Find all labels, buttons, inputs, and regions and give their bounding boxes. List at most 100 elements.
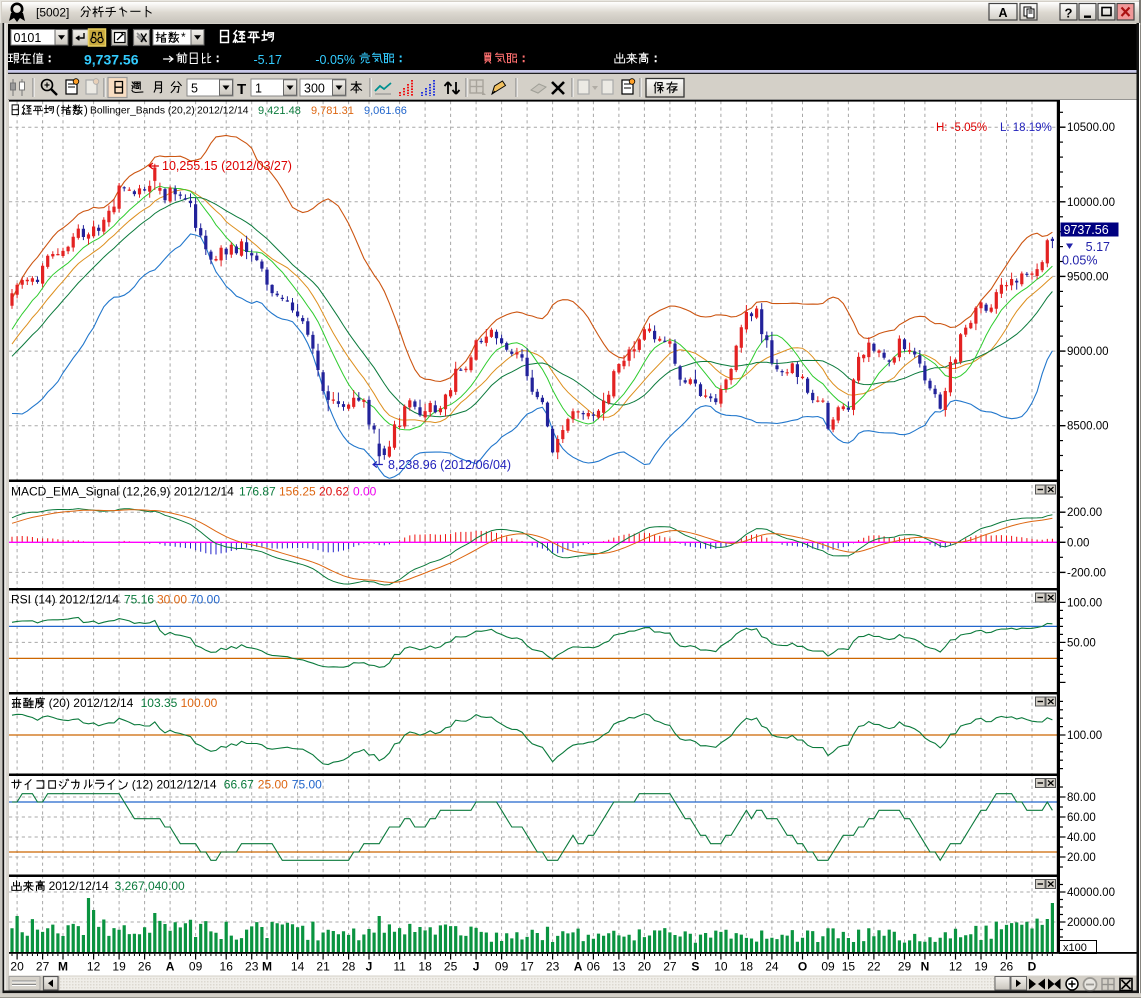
svg-text:156.25: 156.25 bbox=[279, 485, 316, 499]
svg-text:26: 26 bbox=[1000, 960, 1014, 974]
svg-text:26: 26 bbox=[138, 960, 152, 974]
svg-text:70.00: 70.00 bbox=[190, 593, 220, 607]
svg-text:28: 28 bbox=[342, 960, 356, 974]
svg-text:10,255.15 (2012/03/27): 10,255.15 (2012/03/27) bbox=[162, 159, 292, 173]
svg-text:A: A bbox=[166, 960, 175, 974]
svg-text:(12) 2012/12/14: (12) 2012/12/14 bbox=[132, 778, 217, 792]
svg-text:9,061.66: 9,061.66 bbox=[364, 105, 407, 117]
svg-text:0101: 0101 bbox=[14, 31, 42, 45]
svg-text:21: 21 bbox=[316, 960, 330, 974]
svg-text:17: 17 bbox=[520, 960, 534, 974]
svg-text:9737.56: 9737.56 bbox=[1064, 223, 1109, 237]
svg-text:T: T bbox=[237, 81, 246, 98]
svg-text:M: M bbox=[58, 960, 68, 974]
svg-text:30.00: 30.00 bbox=[157, 593, 187, 607]
svg-text:40000.00: 40000.00 bbox=[1067, 887, 1115, 899]
svg-text:-200.00: -200.00 bbox=[1067, 567, 1106, 579]
svg-text:11: 11 bbox=[393, 960, 406, 974]
svg-text:13: 13 bbox=[612, 960, 626, 974]
svg-text:-0.05%: -0.05% bbox=[315, 53, 355, 67]
svg-text:14: 14 bbox=[291, 960, 305, 974]
svg-text:200.00: 200.00 bbox=[1067, 507, 1102, 519]
svg-text:L: 18.19%: L: 18.19% bbox=[1000, 122, 1052, 134]
svg-text:-5.17: -5.17 bbox=[254, 53, 283, 67]
svg-text:2012/12/14: 2012/12/14 bbox=[197, 106, 249, 117]
svg-text:RSI (14) 2012/12/14: RSI (14) 2012/12/14 bbox=[11, 593, 119, 607]
svg-text:16: 16 bbox=[220, 960, 234, 974]
svg-text:S: S bbox=[691, 960, 699, 974]
svg-text:50.00: 50.00 bbox=[1067, 637, 1096, 649]
svg-text:12: 12 bbox=[87, 960, 101, 974]
svg-text:8,238.96 (2012/06/04): 8,238.96 (2012/06/04) bbox=[388, 458, 511, 472]
svg-text:40.00: 40.00 bbox=[1067, 832, 1096, 844]
svg-text:5.17: 5.17 bbox=[1086, 240, 1110, 254]
svg-text:N: N bbox=[921, 960, 930, 974]
svg-text:19: 19 bbox=[974, 960, 988, 974]
svg-text:8500.00: 8500.00 bbox=[1067, 421, 1109, 433]
svg-text:19: 19 bbox=[112, 960, 126, 974]
svg-text:09: 09 bbox=[495, 960, 509, 974]
svg-text:100.00: 100.00 bbox=[1067, 730, 1102, 742]
svg-text:10000.00: 10000.00 bbox=[1067, 197, 1115, 209]
svg-text:9,737.56: 9,737.56 bbox=[84, 52, 139, 68]
svg-text:MACD_EMA_Signal (12,26,9) 2012: MACD_EMA_Signal (12,26,9) 2012/12/14 bbox=[11, 485, 234, 499]
svg-text:100.00: 100.00 bbox=[1067, 597, 1102, 609]
svg-text:10500.00: 10500.00 bbox=[1067, 122, 1115, 134]
svg-text:20: 20 bbox=[638, 960, 652, 974]
svg-text:Bollinger_Bands (20,2): Bollinger_Bands (20,2) bbox=[90, 106, 195, 117]
svg-text:[5002]: [5002] bbox=[36, 6, 69, 20]
svg-text:(: ( bbox=[56, 105, 60, 117]
svg-text:3,267,040.00: 3,267,040.00 bbox=[115, 879, 185, 893]
svg-text:24: 24 bbox=[765, 960, 779, 974]
svg-text:15: 15 bbox=[842, 960, 856, 974]
svg-text:18: 18 bbox=[418, 960, 432, 974]
svg-text:103.35: 103.35 bbox=[141, 696, 178, 710]
svg-text:23: 23 bbox=[546, 960, 560, 974]
svg-text:D: D bbox=[1028, 960, 1037, 974]
svg-text:0.00: 0.00 bbox=[1067, 537, 1089, 549]
svg-text:23: 23 bbox=[245, 960, 259, 974]
svg-text:75.00: 75.00 bbox=[292, 778, 322, 792]
svg-text:A: A bbox=[998, 6, 1007, 20]
svg-text:9500.00: 9500.00 bbox=[1067, 271, 1109, 283]
svg-text:80.00: 80.00 bbox=[1067, 792, 1096, 804]
svg-text:J: J bbox=[366, 960, 373, 974]
svg-text:25: 25 bbox=[444, 960, 458, 974]
svg-text:?: ? bbox=[1065, 6, 1073, 21]
svg-text:20: 20 bbox=[10, 960, 24, 974]
svg-text:1: 1 bbox=[255, 82, 262, 96]
svg-text:29: 29 bbox=[898, 960, 912, 974]
svg-text:75.16: 75.16 bbox=[124, 593, 154, 607]
svg-text:A: A bbox=[574, 960, 583, 974]
svg-text:27: 27 bbox=[663, 960, 677, 974]
svg-text:09: 09 bbox=[821, 960, 835, 974]
svg-text:27: 27 bbox=[36, 960, 50, 974]
svg-text:25.00: 25.00 bbox=[258, 778, 288, 792]
svg-text:20.62: 20.62 bbox=[319, 485, 349, 499]
svg-text:9000.00: 9000.00 bbox=[1067, 346, 1109, 358]
svg-text:176.87: 176.87 bbox=[239, 485, 276, 499]
svg-text:5: 5 bbox=[191, 82, 198, 96]
svg-text:09: 09 bbox=[189, 960, 203, 974]
svg-text:(20) 2012/12/14: (20) 2012/12/14 bbox=[49, 696, 134, 710]
svg-text:0.05%: 0.05% bbox=[1062, 254, 1097, 268]
svg-text:06: 06 bbox=[587, 960, 601, 974]
svg-text:M: M bbox=[262, 960, 272, 974]
svg-text:O: O bbox=[798, 960, 807, 974]
svg-text:H: -5.05%: H: -5.05% bbox=[936, 122, 987, 134]
svg-text:10: 10 bbox=[714, 960, 728, 974]
svg-text:): ) bbox=[84, 105, 88, 117]
svg-text:12: 12 bbox=[949, 960, 963, 974]
svg-text:100.00: 100.00 bbox=[181, 696, 218, 710]
svg-text:22: 22 bbox=[867, 960, 881, 974]
svg-text:J: J bbox=[473, 960, 480, 974]
svg-text:300: 300 bbox=[304, 82, 325, 96]
svg-text:*: * bbox=[181, 30, 186, 44]
svg-text:2012/12/14: 2012/12/14 bbox=[49, 879, 109, 893]
svg-text:66.67: 66.67 bbox=[224, 778, 254, 792]
svg-text:9,421.48: 9,421.48 bbox=[258, 105, 301, 117]
svg-text:18: 18 bbox=[740, 960, 754, 974]
svg-text:9,781.31: 9,781.31 bbox=[311, 105, 354, 117]
svg-text:20.00: 20.00 bbox=[1067, 852, 1096, 864]
svg-text:0.00: 0.00 bbox=[353, 485, 377, 499]
